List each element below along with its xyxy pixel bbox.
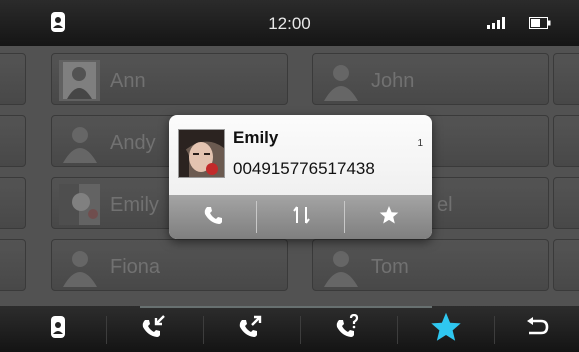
contact-photo <box>178 129 225 178</box>
status-bar: 12:00 <box>0 0 579 46</box>
popup-action-bar <box>169 195 432 239</box>
bottom-navigation <box>0 306 579 352</box>
favorites-tab[interactable] <box>398 306 494 352</box>
phone-book-icon <box>48 315 68 344</box>
favorite-button[interactable] <box>345 195 432 239</box>
incoming-calls-icon <box>142 314 168 345</box>
call-icon <box>203 205 223 230</box>
incoming-calls-tab[interactable] <box>107 306 203 352</box>
signal-bars-icon <box>487 16 509 34</box>
back-icon <box>525 316 549 342</box>
contact-popup: Emily 004915776517438 1 <box>169 115 432 239</box>
outgoing-calls-tab[interactable] <box>204 306 300 352</box>
popup-phone-number: 004915776517438 <box>233 159 375 178</box>
call-button[interactable] <box>169 195 256 239</box>
phonebook-tab[interactable] <box>10 306 106 352</box>
number-count-badge: 1 <box>417 138 423 149</box>
battery-icon <box>529 16 551 34</box>
back-button[interactable] <box>495 306 579 352</box>
missed-calls-tab[interactable] <box>301 306 397 352</box>
outgoing-calls-icon <box>239 314 265 345</box>
favorites-star-icon <box>430 312 462 347</box>
transfer-button[interactable] <box>257 195 344 239</box>
popup-contact-name: Emily <box>233 128 279 147</box>
transfer-icon <box>292 205 310 230</box>
favorite-star-icon <box>379 205 399 230</box>
missed-calls-icon <box>336 313 362 345</box>
